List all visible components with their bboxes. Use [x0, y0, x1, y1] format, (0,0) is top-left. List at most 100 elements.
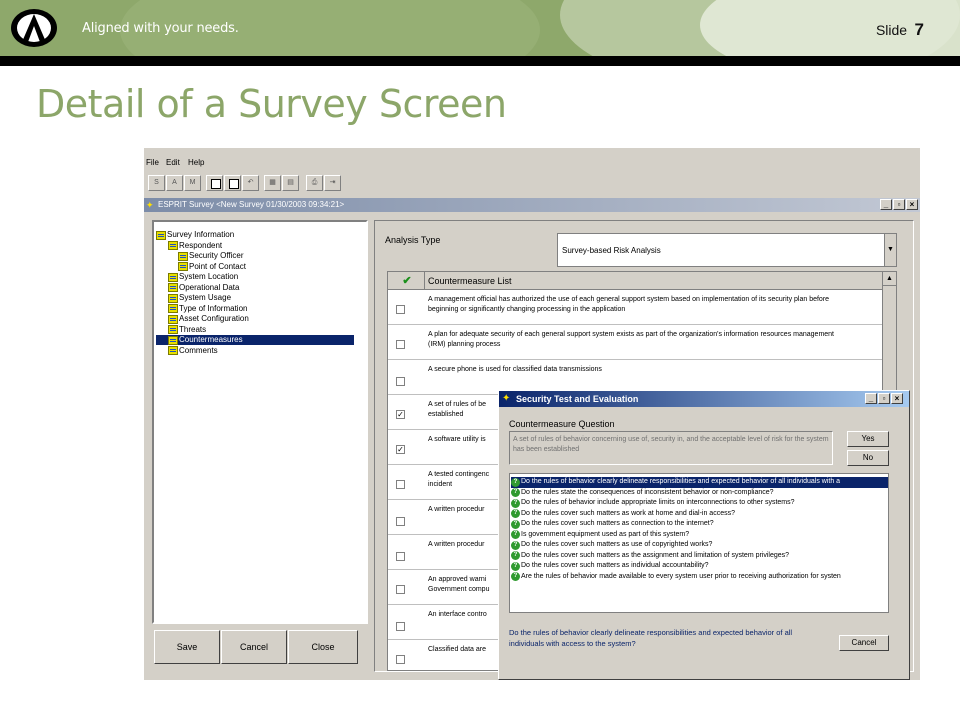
countermeasure-text: A software utility is — [428, 436, 486, 443]
print-icon[interactable]: ⎙ — [306, 175, 323, 191]
countermeasure-checkbox[interactable] — [396, 552, 405, 561]
tree-item-asset-configuration[interactable]: Asset Configuration — [168, 314, 249, 324]
tool-icon[interactable]: ▦ — [264, 175, 281, 191]
toolbar-s-button[interactable]: S — [148, 175, 165, 191]
exit-icon[interactable]: ⇥ — [324, 175, 341, 191]
analysis-type-value: Survey-based Risk Analysis — [562, 246, 661, 255]
question-item[interactable]: ? Do the rules cover such matters as work… — [511, 509, 888, 520]
countermeasure-checkbox[interactable] — [396, 480, 405, 489]
countermeasure-checkbox-checked[interactable]: ✓ — [396, 445, 405, 454]
countermeasure-question-box: A set of rules of behavior concerning us… — [509, 431, 833, 465]
page-icon — [178, 262, 188, 271]
question-icon: ? — [511, 540, 520, 550]
survey-window-title: ESPRIT Survey <New Survey 01/30/2003 09:… — [158, 200, 345, 209]
yes-button[interactable]: Yes — [847, 431, 889, 447]
tree-item-comments[interactable]: Comments — [168, 346, 218, 356]
question-item[interactable]: ? Are the rules of behavior made availabl… — [511, 572, 888, 583]
countermeasure-text: A set of rules of be established — [428, 401, 486, 418]
scroll-up-icon[interactable]: ▲ — [883, 272, 896, 286]
countermeasure-checkbox[interactable] — [396, 377, 405, 386]
slide-title: Detail of a Survey Screen — [36, 82, 507, 126]
new-icon[interactable] — [206, 175, 223, 191]
countermeasure-checkbox[interactable] — [396, 517, 405, 526]
tree-item-system-location[interactable]: System Location — [168, 272, 238, 282]
minimize-icon[interactable]: _ — [880, 199, 892, 210]
countermeasure-row[interactable]: A management official has authorized the… — [388, 291, 884, 325]
save-icon[interactable] — [224, 175, 241, 191]
tree-item-operational-data[interactable]: Operational Data — [168, 283, 239, 293]
survey-app-icon: ✦ — [146, 200, 154, 210]
menu-edit[interactable]: Edit — [166, 158, 180, 167]
countermeasure-checkbox[interactable] — [396, 655, 405, 664]
menu-help[interactable]: Help — [188, 158, 204, 167]
toolbar-a-button[interactable]: A — [166, 175, 183, 191]
slide-number-value: 7 — [914, 20, 924, 39]
page-icon — [156, 230, 166, 240]
question-icon: ? — [511, 509, 520, 519]
disabled-tool-icon[interactable]: ▤ — [282, 175, 299, 191]
dialog-close-icon[interactable]: × — [891, 393, 903, 404]
slide-number: Slide 7 — [876, 20, 924, 40]
security-test-dialog: ✦ Security Test and Evaluation _ ▫ × Cou… — [498, 390, 910, 680]
dropdown-arrow-icon[interactable]: ▼ — [884, 234, 896, 266]
question-item[interactable]: ? Do the rules state the consequences of … — [511, 488, 888, 499]
header-rule — [0, 56, 960, 66]
question-icon: ? — [511, 530, 520, 540]
survey-tree: Survey Information Respondent Security O… — [152, 220, 368, 624]
countermeasure-row[interactable]: A plan for adequate security of each gen… — [388, 326, 884, 360]
countermeasure-text: An interface contro — [428, 611, 487, 618]
menu-file[interactable]: File — [146, 158, 159, 167]
page-icon — [178, 251, 188, 261]
dialog-title: Security Test and Evaluation — [516, 394, 639, 404]
question-item[interactable]: ? Do the rules cover such matters as the … — [511, 551, 888, 562]
countermeasure-checkbox[interactable] — [396, 622, 405, 631]
tree-item-point-of-contact[interactable]: Point of Contact — [178, 262, 246, 272]
question-item[interactable]: ? Do the rules cover such matters as use … — [511, 540, 888, 551]
save-button[interactable]: Save — [154, 630, 220, 664]
tree-item-threats[interactable]: Threats — [168, 325, 206, 335]
tree-item-type-of-information[interactable]: Type of Information — [168, 304, 247, 314]
countermeasure-checkbox[interactable] — [396, 585, 405, 594]
dialog-minimize-icon[interactable]: _ — [865, 393, 877, 404]
restore-icon[interactable]: ▫ — [893, 199, 905, 210]
page-icon — [168, 346, 178, 355]
tree-item-countermeasures[interactable]: Countermeasures — [156, 335, 354, 345]
question-item[interactable]: ? Do the rules of behavior clearly deline… — [511, 477, 888, 488]
dialog-restore-icon[interactable]: ▫ — [878, 393, 890, 404]
tree-item-system-usage[interactable]: System Usage — [168, 293, 231, 303]
countermeasure-text: Classified data are — [428, 646, 486, 653]
countermeasure-question-text: A set of rules of behavior concerning us… — [513, 436, 829, 453]
toolbar-m-button[interactable]: M — [184, 175, 201, 191]
question-icon: ? — [511, 498, 520, 508]
dialog-cancel-button[interactable]: Cancel — [839, 635, 889, 651]
close-button[interactable]: Close — [288, 630, 358, 664]
logo-icon — [11, 9, 57, 47]
countermeasure-question-label: Countermeasure Question — [509, 419, 615, 429]
page-icon — [168, 304, 178, 313]
countermeasure-checkbox[interactable] — [396, 305, 405, 314]
tree-item-security-officer[interactable]: Security Officer — [178, 251, 244, 261]
checkmark-icon: ✔ — [402, 275, 412, 287]
countermeasure-checkbox-checked[interactable]: ✓ — [396, 410, 405, 419]
countermeasure-text: A plan for adequate security of each gen… — [428, 331, 835, 348]
tree-item-respondent[interactable]: Respondent — [168, 241, 222, 251]
question-item[interactable]: ? Do the rules cover such matters as indi… — [511, 561, 888, 572]
countermeasure-text: A tested contingenc incident — [428, 471, 490, 488]
no-button[interactable]: No — [847, 450, 889, 466]
question-item[interactable]: ? Is government equipment used as part of… — [511, 530, 888, 541]
undo-icon[interactable]: ↶ — [242, 175, 259, 191]
cancel-button[interactable]: Cancel — [221, 630, 287, 664]
countermeasure-checkbox[interactable] — [396, 340, 405, 349]
close-icon[interactable]: × — [906, 199, 918, 210]
tree-item-survey-information[interactable]: Survey Information — [156, 230, 234, 240]
countermeasure-text: A secure phone is used for classified da… — [428, 366, 602, 373]
question-item[interactable]: ? Do the rules of behavior include approp… — [511, 498, 888, 509]
analysis-type-select[interactable]: Survey-based Risk Analysis ▼ — [557, 233, 897, 267]
question-icon: ? — [511, 551, 520, 561]
tagline: Aligned with your needs. — [82, 21, 239, 36]
countermeasure-text: An approved warni Government compu — [428, 576, 490, 593]
bottom-button-bar: Save Cancel Close — [154, 630, 358, 664]
question-item[interactable]: ? Do the rules cover such matters as conn… — [511, 519, 888, 530]
dialog-app-icon: ✦ — [502, 393, 511, 404]
question-icon: ? — [511, 561, 520, 571]
